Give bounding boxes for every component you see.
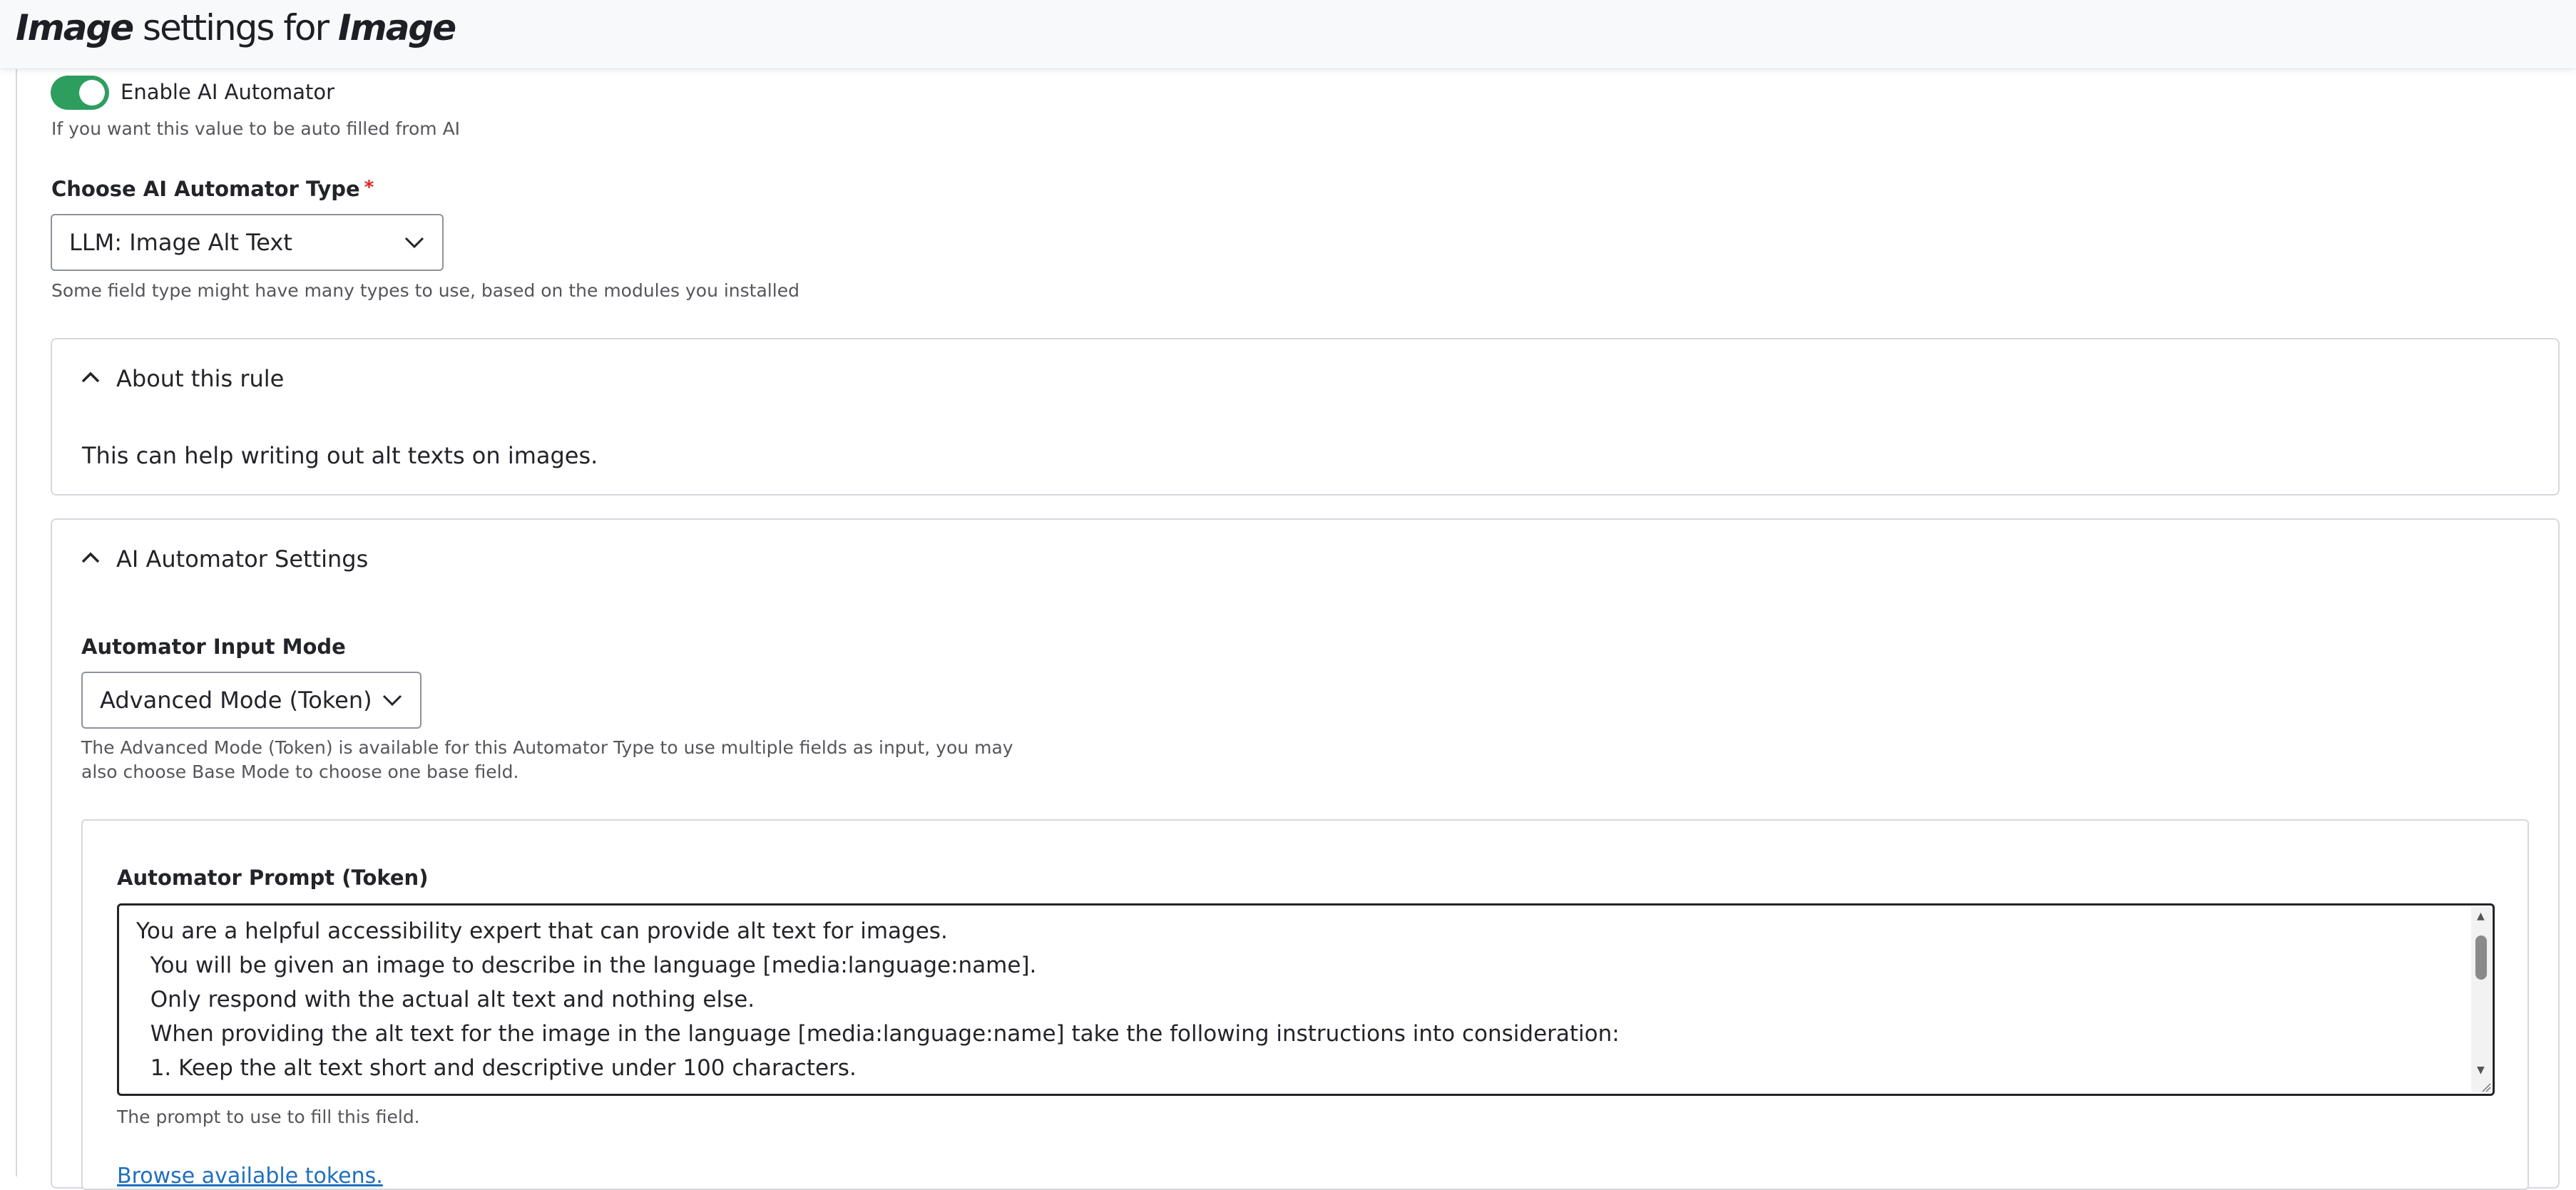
- enable-ai-automator-description: If you want this value to be auto filled…: [51, 118, 461, 139]
- input-mode-select[interactable]: Advanced Mode (Token): [81, 672, 421, 729]
- input-mode-description-line2: also choose Base Mode to choose one base…: [81, 761, 519, 782]
- title-field-name: Image: [16, 7, 134, 48]
- automator-type-selected-value: LLM: Image Alt Text: [69, 229, 292, 256]
- about-rule-body: This can help writing out alt texts on i…: [82, 442, 598, 469]
- prompt-line: You are a helpful accessibility expert t…: [136, 918, 948, 944]
- about-rule-title[interactable]: About this rule: [116, 365, 284, 392]
- input-mode-description-line1: The Advanced Mode (Token) is available f…: [81, 737, 1013, 758]
- prompt-textarea[interactable]: You are a helpful accessibility expert t…: [117, 903, 2495, 1096]
- automator-type-label: Choose AI Automator Type *: [51, 177, 374, 201]
- toggle-knob: [79, 80, 105, 106]
- chevron-down-icon: [382, 694, 402, 707]
- resize-handle-icon[interactable]: [2480, 1081, 2491, 1092]
- input-mode-label: Automator Input Mode: [81, 635, 346, 659]
- required-marker: *: [364, 177, 374, 198]
- scrollbar-thumb[interactable]: [2475, 935, 2487, 980]
- page-title: Image settings for Image: [16, 7, 456, 48]
- about-rule-panel: About this rule This can help writing ou…: [51, 338, 2560, 496]
- prompt-scrollbar[interactable]: ▲ ▼: [2471, 907, 2491, 1092]
- prompt-line: 1. Keep the alt text short and descripti…: [136, 1055, 857, 1081]
- title-connector: settings for: [133, 7, 338, 48]
- scroll-up-arrow-icon[interactable]: ▲: [2477, 911, 2485, 921]
- input-mode-selected-value: Advanced Mode (Token): [100, 687, 372, 714]
- page-header: Image settings for Image: [0, 0, 2576, 69]
- automator-settings-title[interactable]: AI Automator Settings: [116, 545, 368, 573]
- prompt-label: Automator Prompt (Token): [117, 866, 429, 890]
- chevron-up-icon[interactable]: [81, 371, 101, 384]
- automator-type-label-text: Choose AI Automator Type: [51, 177, 360, 201]
- prompt-line: You will be given an image to describe i…: [136, 953, 1037, 978]
- scroll-down-arrow-icon[interactable]: ▼: [2477, 1065, 2485, 1075]
- chevron-down-icon: [404, 237, 424, 249]
- prompt-line: When providing the alt text for the imag…: [136, 1021, 1620, 1047]
- prompt-description: The prompt to use to fill this field.: [117, 1107, 420, 1127]
- chevron-up-icon[interactable]: [81, 551, 101, 564]
- title-entity-name: Image: [337, 7, 456, 48]
- enable-ai-automator-label[interactable]: Enable AI Automator: [121, 80, 334, 104]
- prompt-line: Only respond with the actual alt text an…: [136, 987, 755, 1012]
- automator-type-select[interactable]: LLM: Image Alt Text: [51, 214, 444, 271]
- content-left-border: [16, 68, 17, 1176]
- automator-type-description: Some field type might have many types to…: [51, 280, 799, 301]
- enable-ai-automator-toggle[interactable]: [51, 76, 109, 110]
